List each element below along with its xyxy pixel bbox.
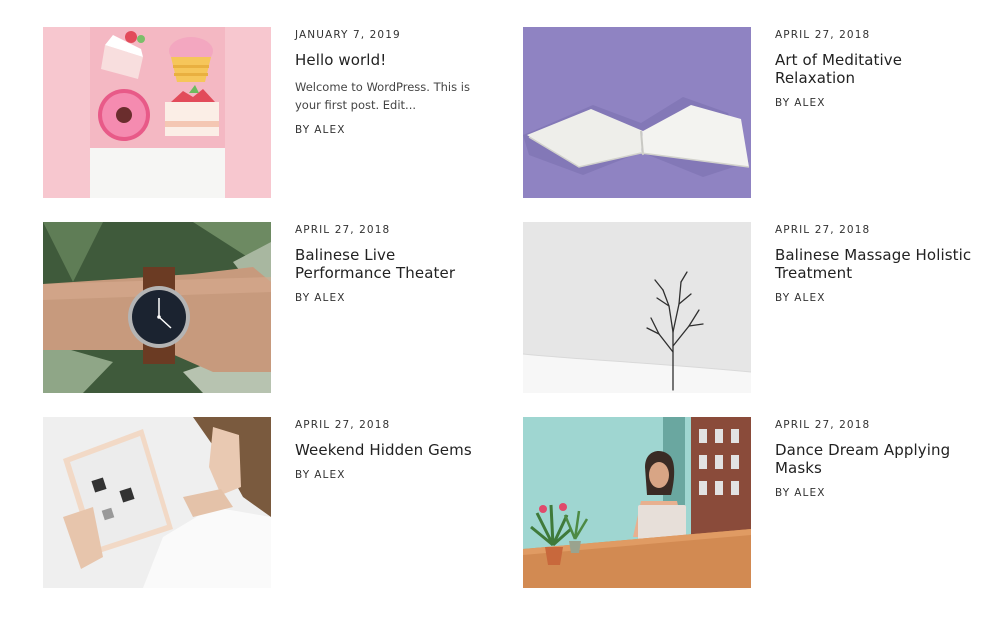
post-meta: APRIL 27, 2018 Art of Meditative Relaxat…: [775, 27, 975, 109]
post-byline: BY ALEX: [775, 97, 975, 109]
byline-prefix: BY: [775, 292, 791, 304]
post-meta: APRIL 27, 2018 Balinese Live Performance…: [295, 222, 495, 304]
post-date: APRIL 27, 2018: [775, 29, 871, 41]
post-byline: BY ALEX: [775, 487, 975, 499]
post-grid: JANUARY 7, 2019 Hello world! Welcome to …: [0, 0, 1000, 624]
byline-prefix: BY: [775, 487, 791, 499]
post-title-link[interactable]: Dance Dream Applying Masks: [775, 441, 975, 477]
post-meta: APRIL 27, 2018 Weekend Hidden Gems BY ALE…: [295, 417, 495, 481]
post-byline: BY ALEX: [295, 469, 495, 481]
post-date: APRIL 27, 2018: [775, 419, 871, 431]
laptop-woman-image: [523, 417, 751, 588]
post-date: APRIL 27, 2018: [295, 419, 391, 431]
post-date: APRIL 27, 2018: [295, 224, 391, 236]
post-date: APRIL 27, 2018: [775, 224, 871, 236]
post-title-link[interactable]: Balinese Live Performance Theater: [295, 246, 495, 282]
post-title-link[interactable]: Hello world!: [295, 51, 495, 69]
desserts-image: [43, 27, 271, 198]
post-thumbnail[interactable]: [43, 417, 271, 588]
post-title-link[interactable]: Balinese Massage Holistic Treatment: [775, 246, 975, 282]
post-thumbnail[interactable]: [43, 222, 271, 393]
byline-prefix: BY: [775, 97, 791, 109]
byline-prefix: BY: [295, 124, 311, 136]
post-title-link[interactable]: Art of Meditative Relaxation: [775, 51, 975, 87]
post-meta: APRIL 27, 2018 Dance Dream Applying Mask…: [775, 417, 975, 499]
post-thumbnail[interactable]: [523, 222, 751, 393]
post-meta: JANUARY 7, 2019 Hello world! Welcome to …: [295, 27, 495, 136]
post-byline: BY ALEX: [775, 292, 975, 304]
author-link[interactable]: ALEX: [314, 124, 345, 136]
author-link[interactable]: ALEX: [794, 487, 825, 499]
byline-prefix: BY: [295, 469, 311, 481]
post-excerpt: Welcome to WordPress. This is your first…: [295, 80, 470, 112]
book-image: [523, 27, 751, 198]
author-link[interactable]: ALEX: [794, 97, 825, 109]
watch-image: [43, 222, 271, 393]
author-link[interactable]: ALEX: [314, 292, 345, 304]
post-byline: BY ALEX: [295, 124, 495, 136]
post-title-link[interactable]: Weekend Hidden Gems: [295, 441, 495, 459]
byline-prefix: BY: [295, 292, 311, 304]
post-meta: APRIL 27, 2018 Balinese Massage Holistic…: [775, 222, 975, 304]
tablet-image: [43, 417, 271, 588]
post-thumbnail[interactable]: [523, 27, 751, 198]
tree-image: [523, 222, 751, 393]
post-byline: BY ALEX: [295, 292, 495, 304]
post-thumbnail[interactable]: [523, 417, 751, 588]
post-date: JANUARY 7, 2019: [295, 29, 401, 41]
post-thumbnail[interactable]: [43, 27, 271, 198]
author-link[interactable]: ALEX: [794, 292, 825, 304]
author-link[interactable]: ALEX: [314, 469, 345, 481]
